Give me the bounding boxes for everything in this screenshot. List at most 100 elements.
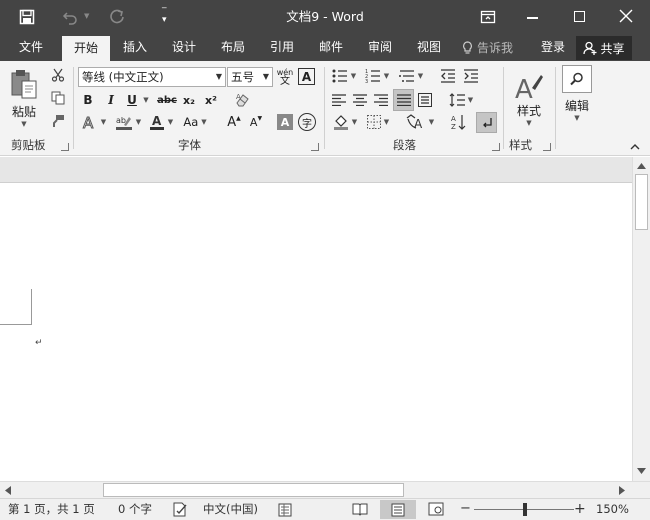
read-mode-icon[interactable]: [352, 502, 368, 516]
bullets-button[interactable]: ▼: [330, 66, 358, 86]
format-painter-button[interactable]: [48, 111, 68, 131]
styles-button[interactable]: A 样式 ▼: [508, 65, 550, 133]
proofing-icon[interactable]: [172, 502, 188, 517]
tab-view[interactable]: 视图: [409, 34, 449, 61]
character-shading-button[interactable]: A: [277, 114, 293, 130]
tab-home[interactable]: 开始: [62, 36, 110, 61]
underline-button[interactable]: U: [124, 91, 140, 109]
svg-text:A: A: [152, 114, 162, 128]
clear-formatting-button[interactable]: A: [233, 90, 253, 110]
tell-me-box[interactable]: 告诉我: [462, 34, 513, 61]
document-canvas[interactable]: ↵: [0, 183, 632, 481]
horizontal-scroll-thumb[interactable]: [103, 483, 404, 497]
styles-launcher-icon[interactable]: [543, 143, 551, 151]
login-link[interactable]: 登录: [533, 34, 573, 61]
align-right-button[interactable]: [372, 90, 390, 110]
collapse-ribbon-icon[interactable]: [630, 143, 640, 150]
editing-label: 编辑: [564, 99, 589, 113]
tab-mailings[interactable]: 邮件: [311, 34, 351, 61]
page-count[interactable]: 第 1 页，共 1 页: [8, 499, 95, 520]
tab-design[interactable]: 设计: [164, 34, 204, 61]
vertical-scroll-thumb[interactable]: [635, 174, 648, 230]
zoom-in-button[interactable]: +: [574, 502, 586, 516]
customize-toolbar-icon[interactable]: ‾ ▾: [162, 8, 167, 25]
paragraph-mark-icon: ↵: [35, 338, 43, 348]
tab-layout[interactable]: 布局: [213, 34, 253, 61]
zoom-out-button[interactable]: −: [460, 502, 471, 515]
highlight-color-button[interactable]: ab ▼: [112, 112, 144, 132]
zoom-level[interactable]: 150%: [596, 499, 629, 520]
distributed-button[interactable]: [416, 90, 434, 110]
save-icon[interactable]: [19, 9, 35, 25]
increase-indent-button[interactable]: [461, 66, 481, 86]
minimize-button[interactable]: [527, 17, 538, 19]
ribbon-display-options-icon[interactable]: [480, 9, 496, 25]
subscript-button[interactable]: x₂: [181, 91, 197, 109]
clipboard-launcher-icon[interactable]: [61, 143, 69, 151]
text-effects-button[interactable]: A ▼: [80, 112, 108, 132]
web-layout-icon[interactable]: [428, 502, 444, 516]
close-button[interactable]: [619, 9, 633, 23]
copy-button[interactable]: [48, 88, 68, 108]
superscript-button[interactable]: x²: [203, 91, 219, 109]
decrease-indent-button[interactable]: [438, 66, 458, 86]
align-left-button[interactable]: [330, 90, 348, 110]
strikethrough-button[interactable]: abc: [156, 91, 178, 109]
italic-button[interactable]: I: [103, 91, 119, 109]
show-marks-button[interactable]: [476, 112, 497, 133]
editing-button[interactable]: 编辑 ▼: [560, 65, 594, 133]
change-case-button[interactable]: Aa ▼: [180, 112, 210, 132]
print-layout-icon: [391, 503, 405, 517]
font-launcher-icon[interactable]: [311, 143, 319, 151]
ribbon-tabs: 文件 开始 插入 设计 布局 引用 邮件 审阅 视图 告诉我 登录 共享: [0, 34, 650, 61]
undo-dropdown-icon[interactable]: ▼: [84, 12, 89, 20]
zoom-slider-thumb[interactable]: [523, 503, 527, 516]
character-border-button[interactable]: A: [298, 68, 315, 85]
borders-button[interactable]: ▼: [363, 112, 393, 132]
scroll-left-icon[interactable]: [5, 486, 11, 495]
scroll-up-icon[interactable]: [637, 163, 646, 169]
tab-file[interactable]: 文件: [8, 34, 54, 61]
tab-references[interactable]: 引用: [262, 34, 302, 61]
print-layout-button[interactable]: [380, 500, 416, 519]
phonetic-guide-button[interactable]: wén 文: [276, 66, 294, 88]
chevron-down-icon: ▼: [215, 72, 222, 81]
scroll-down-icon[interactable]: [637, 468, 646, 474]
multilevel-list-button[interactable]: ▼: [397, 66, 425, 86]
chevron-down-icon: ▼: [262, 72, 269, 81]
font-size-combo[interactable]: 五号 ▼: [227, 67, 273, 87]
paragraph-launcher-icon[interactable]: [492, 143, 500, 151]
shading-button[interactable]: ▼: [330, 112, 360, 132]
vertical-scrollbar[interactable]: [632, 157, 650, 481]
numbering-button[interactable]: 123 ▼: [363, 66, 391, 86]
undo-icon[interactable]: [62, 9, 78, 25]
paragraph-mark-icon: [481, 117, 493, 129]
language-indicator[interactable]: 中文(中国): [203, 499, 258, 520]
maximize-button[interactable]: [574, 11, 585, 22]
underline-dropdown-icon[interactable]: ▼: [141, 91, 151, 109]
tab-review[interactable]: 审阅: [360, 34, 400, 61]
enclose-characters-button[interactable]: 字: [298, 113, 316, 131]
sort-button[interactable]: AZ: [449, 112, 469, 132]
word-count[interactable]: 0 个字: [118, 499, 152, 520]
shrink-font-button[interactable]: A ▼: [247, 112, 265, 132]
scroll-right-icon[interactable]: [619, 486, 625, 495]
line-spacing-button[interactable]: ▼: [446, 90, 476, 110]
bold-button[interactable]: B: [80, 91, 96, 109]
divider: [555, 67, 556, 149]
share-button[interactable]: 共享: [576, 36, 632, 60]
redo-icon[interactable]: [109, 9, 125, 25]
font-color-button[interactable]: A ▼: [146, 112, 176, 132]
justify-button[interactable]: [393, 89, 414, 111]
paste-dropdown-icon: ▼: [21, 119, 27, 128]
align-center-button[interactable]: [351, 90, 369, 110]
horizontal-scrollbar[interactable]: [0, 481, 650, 498]
tab-insert[interactable]: 插入: [115, 34, 155, 61]
paste-button[interactable]: 粘贴 ▼: [4, 63, 44, 133]
macro-icon[interactable]: [278, 502, 292, 517]
cut-button[interactable]: [48, 65, 68, 85]
font-name-combo[interactable]: 等线 (中文正文) ▼: [78, 67, 226, 87]
chinese-layout-button[interactable]: A ▼: [403, 112, 437, 132]
grow-font-button[interactable]: A ▲: [225, 112, 243, 132]
borders-icon: [366, 115, 381, 129]
